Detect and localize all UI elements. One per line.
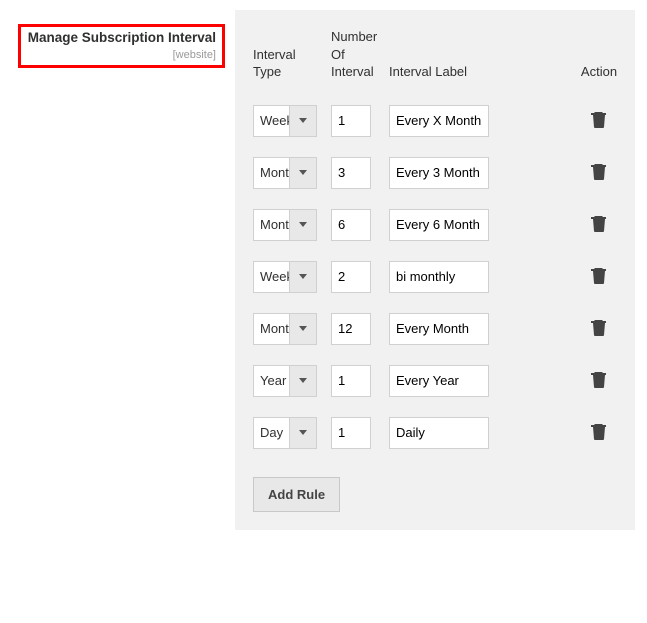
interval-label-input[interactable] — [389, 105, 489, 137]
interval-type-value: Month — [253, 209, 289, 241]
col-header-label: Interval Label — [389, 28, 577, 95]
table-row: Month — [253, 303, 621, 355]
chevron-down-icon — [299, 274, 307, 279]
number-of-interval-input[interactable] — [331, 365, 371, 397]
interval-panel: Interval Type Number Of Interval Interva… — [235, 10, 635, 530]
field-sublabel: [website] — [27, 49, 216, 61]
add-rule-button[interactable]: Add Rule — [253, 477, 340, 512]
number-of-interval-input[interactable] — [331, 157, 371, 189]
interval-type-value: Day — [253, 417, 289, 449]
field-label: Manage Subscription Interval — [27, 29, 216, 47]
trash-icon[interactable] — [591, 266, 607, 284]
col-header-number: Number Of Interval — [331, 28, 389, 95]
chevron-down-icon — [299, 170, 307, 175]
chevron-down-icon — [299, 430, 307, 435]
select-toggle-button[interactable] — [289, 261, 317, 293]
interval-type-select[interactable]: Week — [253, 105, 323, 137]
interval-label-input[interactable] — [389, 209, 489, 241]
select-toggle-button[interactable] — [289, 157, 317, 189]
table-row: Month — [253, 199, 621, 251]
table-row: Week — [253, 95, 621, 147]
interval-type-select[interactable]: Month — [253, 209, 323, 241]
select-toggle-button[interactable] — [289, 105, 317, 137]
table-row: Week — [253, 251, 621, 303]
select-toggle-button[interactable] — [289, 313, 317, 345]
trash-icon[interactable] — [591, 422, 607, 440]
trash-icon[interactable] — [591, 162, 607, 180]
interval-type-select[interactable]: Day — [253, 417, 323, 449]
interval-type-select[interactable]: Month — [253, 313, 323, 345]
number-of-interval-input[interactable] — [331, 209, 371, 241]
chevron-down-icon — [299, 118, 307, 123]
interval-label-input[interactable] — [389, 417, 489, 449]
select-toggle-button[interactable] — [289, 365, 317, 397]
interval-type-select[interactable]: Month — [253, 157, 323, 189]
trash-icon[interactable] — [591, 370, 607, 388]
interval-type-value: Week — [253, 105, 289, 137]
interval-type-value: Week — [253, 261, 289, 293]
number-of-interval-input[interactable] — [331, 313, 371, 345]
number-of-interval-input[interactable] — [331, 105, 371, 137]
interval-type-select[interactable]: Week — [253, 261, 323, 293]
chevron-down-icon — [299, 326, 307, 331]
table-row: Month — [253, 147, 621, 199]
interval-table: Interval Type Number Of Interval Interva… — [253, 28, 621, 459]
chevron-down-icon — [299, 378, 307, 383]
interval-label-input[interactable] — [389, 157, 489, 189]
select-toggle-button[interactable] — [289, 209, 317, 241]
chevron-down-icon — [299, 222, 307, 227]
col-header-type: Interval Type — [253, 28, 331, 95]
trash-icon[interactable] — [591, 214, 607, 232]
interval-type-select[interactable]: Year — [253, 365, 323, 397]
select-toggle-button[interactable] — [289, 417, 317, 449]
interval-label-input[interactable] — [389, 365, 489, 397]
interval-label-input[interactable] — [389, 261, 489, 293]
interval-type-value: Year — [253, 365, 289, 397]
trash-icon[interactable] — [591, 318, 607, 336]
table-row: Day — [253, 407, 621, 459]
number-of-interval-input[interactable] — [331, 417, 371, 449]
interval-type-value: Month — [253, 313, 289, 345]
interval-type-value: Month — [253, 157, 289, 189]
interval-label-input[interactable] — [389, 313, 489, 345]
col-header-action: Action — [577, 28, 621, 95]
table-row: Year — [253, 355, 621, 407]
trash-icon[interactable] — [591, 110, 607, 128]
number-of-interval-input[interactable] — [331, 261, 371, 293]
